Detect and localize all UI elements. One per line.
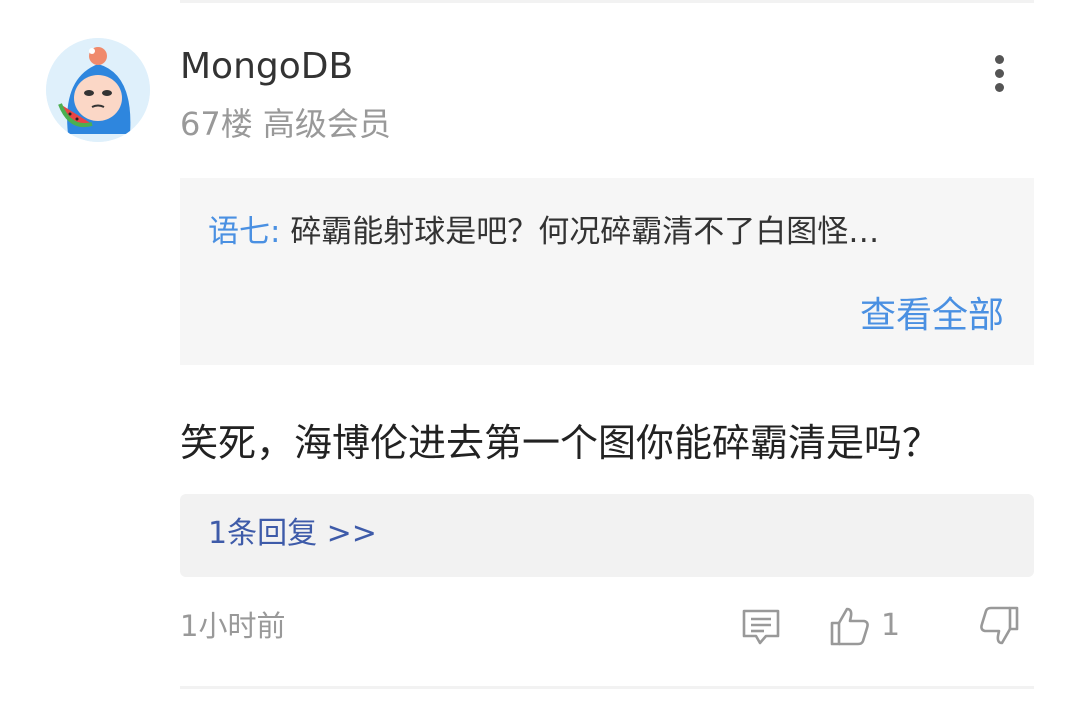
replies-link-label[interactable]: 1条回复 >> xyxy=(208,512,377,556)
bottom-divider xyxy=(180,686,1034,689)
quoted-reply-line: 语七: 碎霸能射球是吧？何况碎霸清不了白图怪… xyxy=(208,210,879,254)
more-dot xyxy=(995,69,1004,78)
comment-text: 笑死，海博伦进去第一个图你能碎霸清是吗？ xyxy=(180,421,941,465)
view-all-link[interactable]: 查看全部 xyxy=(860,291,1004,341)
replies-button[interactable]: 1条回复 >> xyxy=(180,494,1034,577)
quoted-reply-box[interactable]: 语七: 碎霸能射球是吧？何况碎霸清不了白图怪… 查看全部 xyxy=(180,178,1034,365)
avatar-illustration xyxy=(46,38,150,142)
floor-and-rank: 67楼 高级会员 xyxy=(180,105,391,143)
more-dot xyxy=(995,83,1004,92)
thumbs-up-icon[interactable] xyxy=(829,605,871,647)
comment-icon[interactable] xyxy=(740,606,782,648)
timestamp: 1小时前 xyxy=(180,609,286,643)
more-vertical-icon[interactable] xyxy=(980,50,1020,96)
thumbs-down-icon[interactable] xyxy=(978,605,1020,647)
quoted-text: 碎霸能射球是吧？何况碎霸清不了白图怪… xyxy=(290,214,880,250)
username[interactable]: MongoDB xyxy=(180,43,353,91)
top-divider xyxy=(180,0,1034,3)
more-dot xyxy=(995,55,1004,64)
quoted-author[interactable]: 语七: xyxy=(208,214,280,250)
avatar[interactable] xyxy=(46,38,150,142)
like-count: 1 xyxy=(881,608,901,643)
